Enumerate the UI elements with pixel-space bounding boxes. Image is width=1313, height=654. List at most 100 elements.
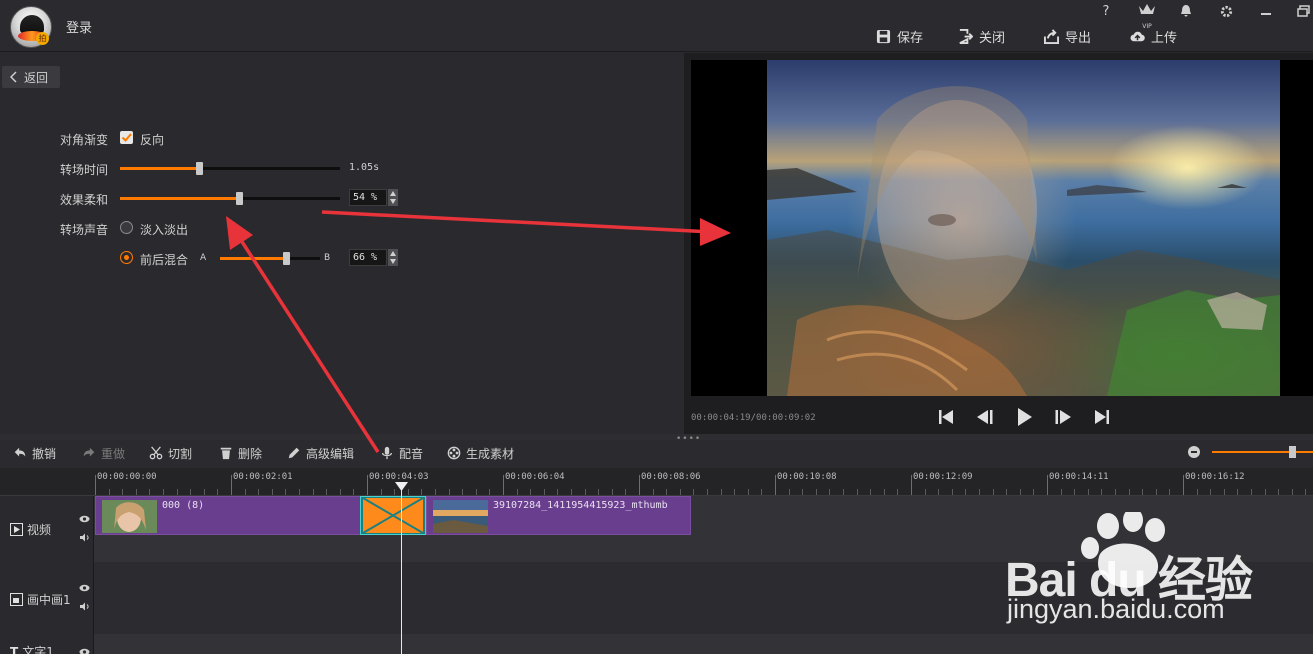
mix-label: 前后混合	[140, 253, 189, 267]
cut-button[interactable]: 切割	[149, 444, 192, 462]
text-track-label: 文字1	[22, 645, 54, 654]
ruler-minor-tick	[625, 489, 627, 495]
ruler-minor-tick	[163, 489, 164, 495]
fade-radio[interactable]	[120, 221, 133, 234]
eye-icon[interactable]	[79, 515, 90, 523]
dub-button[interactable]: 配音	[380, 444, 423, 462]
zoom-out-icon[interactable]	[1188, 446, 1200, 458]
preview-video-frame	[767, 60, 1280, 396]
playhead-line[interactable]	[401, 484, 402, 654]
ruler-minor-tick	[557, 489, 559, 495]
mix-slider-fill	[220, 257, 286, 260]
close-label: 关闭	[979, 30, 1006, 46]
ruler-minor-tick	[1291, 489, 1293, 495]
mix-input[interactable]: 66 %	[349, 249, 387, 266]
ruler-minor-tick	[992, 489, 994, 495]
pip-track-icon	[10, 593, 23, 606]
upload-cloud-icon	[1130, 31, 1145, 41]
restore-icon[interactable]	[1295, 4, 1313, 22]
eye-icon[interactable]	[79, 648, 90, 654]
ruler-tick-label: 00:00:14:11	[1049, 472, 1109, 482]
check-icon	[121, 133, 132, 142]
undo-icon	[14, 447, 26, 457]
speaker-icon[interactable]	[79, 602, 90, 611]
save-icon	[876, 29, 891, 43]
ruler-minor-tick	[707, 489, 708, 495]
ruler-major-tick	[639, 475, 640, 495]
exit-icon	[959, 28, 973, 44]
playhead-marker-icon[interactable]	[395, 482, 408, 492]
step-back-button[interactable]	[974, 406, 996, 428]
ruler-corner	[0, 468, 94, 496]
delete-button[interactable]: 删除	[219, 444, 262, 462]
timeline-zoom-thumb[interactable]	[1289, 446, 1296, 458]
mix-spinner[interactable]	[388, 249, 398, 266]
film-reel-icon	[447, 446, 461, 460]
play-button[interactable]	[1013, 406, 1035, 428]
step-forward-button[interactable]	[1052, 406, 1074, 428]
save-button[interactable]: 保存	[876, 27, 923, 46]
bell-icon[interactable]	[1176, 4, 1196, 22]
ruler-minor-tick	[1033, 489, 1035, 495]
video-clip[interactable]: 000 (8)	[95, 496, 361, 535]
ruler-minor-tick	[543, 489, 545, 495]
help-icon[interactable]: ?	[1096, 4, 1116, 19]
export-button[interactable]: 导出	[1044, 27, 1092, 46]
login-link[interactable]: 登录	[66, 17, 92, 36]
skip-forward-icon	[1095, 410, 1109, 424]
export-label: 导出	[1065, 30, 1092, 46]
video-clip[interactable]: 39107284_1411954415923_mthumb	[426, 496, 691, 535]
transition-block[interactable]	[360, 496, 426, 535]
ruler-minor-tick	[584, 489, 586, 495]
mix-slider-thumb[interactable]	[283, 252, 290, 265]
softness-slider[interactable]	[120, 192, 340, 205]
skip-back-button[interactable]	[935, 406, 957, 428]
mix-b-label: B	[324, 253, 331, 263]
ruler-minor-tick	[421, 489, 423, 495]
redo-button[interactable]: 重做	[82, 444, 125, 462]
fade-label: 淡入淡出	[140, 223, 189, 237]
upload-button[interactable]: 上传	[1130, 27, 1177, 46]
undo-button[interactable]: 撤销	[13, 444, 56, 462]
dub-label: 配音	[399, 446, 424, 461]
skip-forward-button[interactable]	[1091, 406, 1113, 428]
microphone-icon	[381, 446, 393, 460]
reverse-checkbox[interactable]	[120, 131, 133, 144]
ruler-minor-tick	[271, 489, 273, 495]
ruler-minor-tick	[734, 489, 736, 495]
app-logo[interactable]: 拍	[10, 6, 52, 48]
softness-slider-thumb[interactable]	[235, 192, 243, 205]
gear-icon[interactable]	[1216, 4, 1236, 23]
skip-back-icon	[939, 410, 953, 424]
timeline-ruler[interactable]: 00:00:00:00 00:00:02:01 00:00:04:03 00:00:0…	[94, 468, 1313, 496]
eye-icon[interactable]	[79, 584, 90, 592]
softness-input[interactable]: 54 %	[349, 189, 387, 206]
ruler-minor-tick	[462, 489, 464, 495]
ruler-minor-tick	[516, 489, 518, 495]
duration-slider-thumb[interactable]	[196, 162, 204, 175]
duration-slider[interactable]	[120, 162, 340, 175]
ruler-major-tick	[503, 475, 504, 495]
ruler-minor-tick	[1155, 489, 1157, 495]
mix-radio[interactable]	[120, 251, 133, 264]
transition-settings-panel	[0, 53, 683, 434]
clip-thumbnail	[102, 500, 157, 533]
speaker-icon[interactable]	[79, 533, 90, 542]
ruler-minor-tick	[122, 489, 124, 495]
minimize-icon[interactable]	[1256, 4, 1276, 22]
ruler-minor-tick	[1128, 489, 1130, 495]
advanced-edit-button[interactable]: 高级编辑	[287, 444, 354, 462]
video-track-icon	[10, 523, 23, 536]
ruler-minor-tick	[1060, 489, 1062, 495]
ruler-minor-tick	[353, 489, 355, 495]
back-button[interactable]: 返回	[2, 66, 60, 88]
ruler-minor-tick	[489, 489, 491, 495]
ruler-minor-tick	[1087, 489, 1089, 495]
mix-slider[interactable]	[220, 252, 320, 265]
close-button[interactable]: 关闭	[958, 27, 1006, 46]
pencil-icon	[288, 447, 300, 459]
ruler-major-tick	[1047, 475, 1048, 495]
softness-spinner[interactable]	[388, 189, 398, 206]
timeline-zoom-slider[interactable]	[1212, 451, 1313, 453]
generate-material-button[interactable]: 生成素材	[447, 444, 514, 462]
